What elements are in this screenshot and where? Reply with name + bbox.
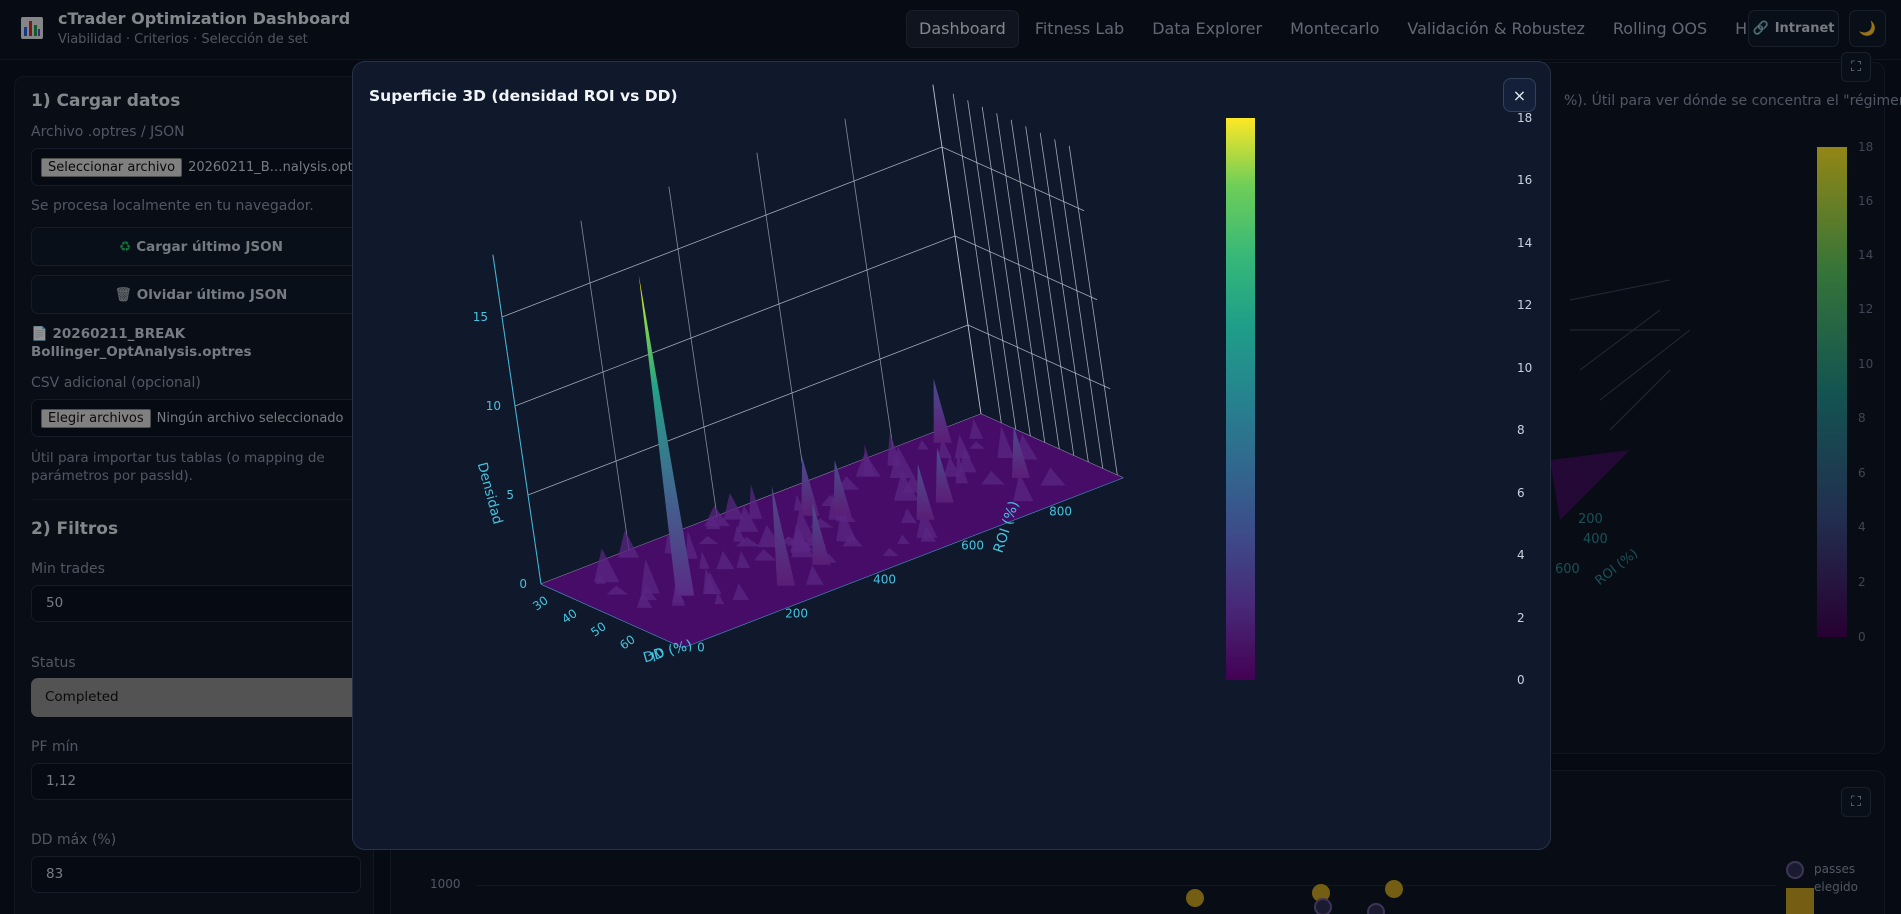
surface-base bbox=[541, 414, 1124, 648]
gridline bbox=[756, 152, 806, 483]
colorbar-tick: 18 bbox=[1517, 111, 1533, 125]
colorbar bbox=[1226, 118, 1255, 680]
gridline bbox=[1025, 126, 1075, 456]
colorbar-tick: 14 bbox=[1517, 235, 1533, 250]
gridline bbox=[514, 235, 956, 407]
gridline bbox=[1039, 132, 1089, 463]
surface-3d-plot[interactable]: 0510153040506070 0200400600800DD (%)ROI (… bbox=[353, 62, 1552, 851]
gridline bbox=[952, 93, 1002, 424]
colorbar-tick: 8 bbox=[1517, 423, 1525, 438]
surface-bump bbox=[618, 530, 640, 558]
z-axis-title: Densidad bbox=[474, 461, 506, 526]
axis-tick-label: 5 bbox=[506, 488, 514, 502]
z-axis-line bbox=[492, 254, 542, 585]
axis-tick-label: 200 bbox=[785, 607, 808, 621]
axis-tick-label: 60 bbox=[617, 632, 638, 652]
axis-tick-label: 0 bbox=[519, 577, 527, 591]
surface-3d-modal: 0 5 10 15 30 40 50 60 70 0 200 400 600 800 DD (%) ROI (… bbox=[352, 61, 1551, 850]
axis-tick-label: 0 bbox=[697, 641, 705, 655]
axis-tick-label: 40 bbox=[559, 606, 580, 626]
colorbar-tick: 12 bbox=[1517, 298, 1533, 313]
surface-bump bbox=[723, 492, 744, 520]
colorbar-tick: 10 bbox=[1517, 360, 1533, 375]
gridline bbox=[668, 186, 718, 517]
colorbar-tick: 4 bbox=[1517, 548, 1525, 563]
gridline bbox=[967, 324, 1111, 390]
gridline bbox=[580, 220, 630, 551]
axis-tick-label: 800 bbox=[1049, 505, 1072, 519]
axis-tick-label: 30 bbox=[530, 593, 551, 613]
gridline bbox=[844, 118, 894, 449]
close-icon: × bbox=[1512, 85, 1527, 105]
gridline bbox=[501, 146, 943, 318]
gridline bbox=[981, 106, 1031, 437]
gridline bbox=[954, 235, 1098, 301]
axis-tick-label: 15 bbox=[473, 310, 488, 324]
density-peak bbox=[933, 378, 952, 443]
gridline bbox=[932, 84, 982, 415]
x-axis-title: DD (%) bbox=[641, 637, 694, 666]
axis-tick-label: 600 bbox=[961, 539, 984, 553]
axis-tick-label: 50 bbox=[588, 619, 609, 639]
gridline bbox=[1010, 119, 1060, 450]
colorbar-tick: 16 bbox=[1517, 173, 1533, 188]
axis-tick-label: 10 bbox=[486, 399, 501, 413]
gridline bbox=[967, 100, 1017, 430]
modal-title: Superficie 3D (densidad ROI vs DD) bbox=[369, 87, 678, 105]
colorbar-tick: 2 bbox=[1517, 610, 1525, 625]
density-surface bbox=[541, 274, 1124, 648]
gridline bbox=[996, 113, 1046, 443]
close-modal-button[interactable]: × bbox=[1503, 78, 1536, 112]
gridline bbox=[1054, 139, 1104, 469]
gridline bbox=[941, 146, 1085, 212]
colorbar-tick: 0 bbox=[1517, 673, 1525, 687]
colorbar-tick: 6 bbox=[1517, 485, 1525, 500]
axis-tick-label: 400 bbox=[873, 573, 896, 587]
gridline bbox=[1068, 145, 1118, 476]
